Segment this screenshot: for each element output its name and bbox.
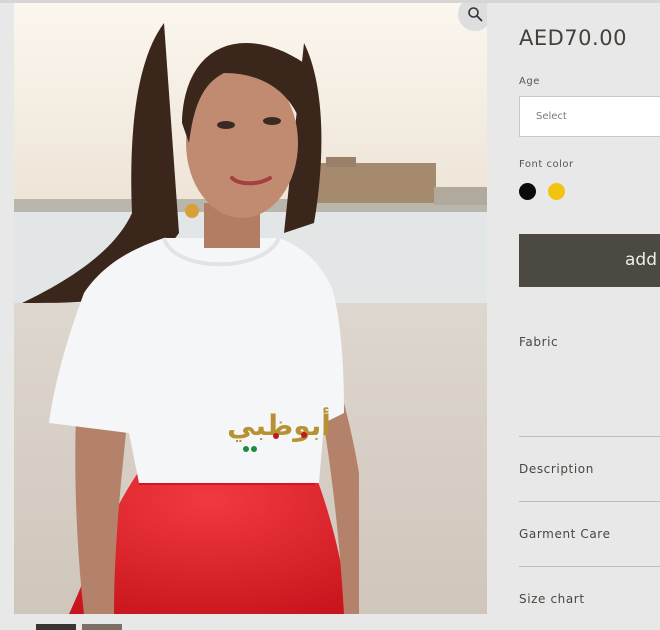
divider [519,566,660,567]
color-swatch-black[interactable] [519,183,536,200]
accordion-fabric[interactable]: Fabric [519,335,660,349]
thumbnail-2[interactable] [82,624,122,630]
font-color-label: Font color [519,159,574,170]
divider [519,436,660,437]
product-price: AED70.00 [519,26,627,50]
age-select[interactable]: Select [519,96,660,137]
product-photo: أبوظبي [14,3,487,614]
thumbnail-1[interactable] [36,624,76,630]
divider [519,501,660,502]
age-label: Age [519,76,540,87]
product-image-panel[interactable]: أبوظبي [14,3,487,614]
shirt-print: أبوظبي [227,407,331,442]
thumbnail-strip [36,624,122,630]
add-to-cart-button[interactable]: add [519,234,660,287]
accordion-description[interactable]: Description [519,462,660,476]
accordion-size-chart[interactable]: Size chart [519,592,660,606]
accordion-garment-care[interactable]: Garment Care [519,527,660,541]
font-color-swatches [519,183,565,200]
magnifier-icon [468,7,483,22]
color-swatch-yellow[interactable] [548,183,565,200]
product-details: AED70.00 Age Select Font color add Fabri… [519,0,660,630]
